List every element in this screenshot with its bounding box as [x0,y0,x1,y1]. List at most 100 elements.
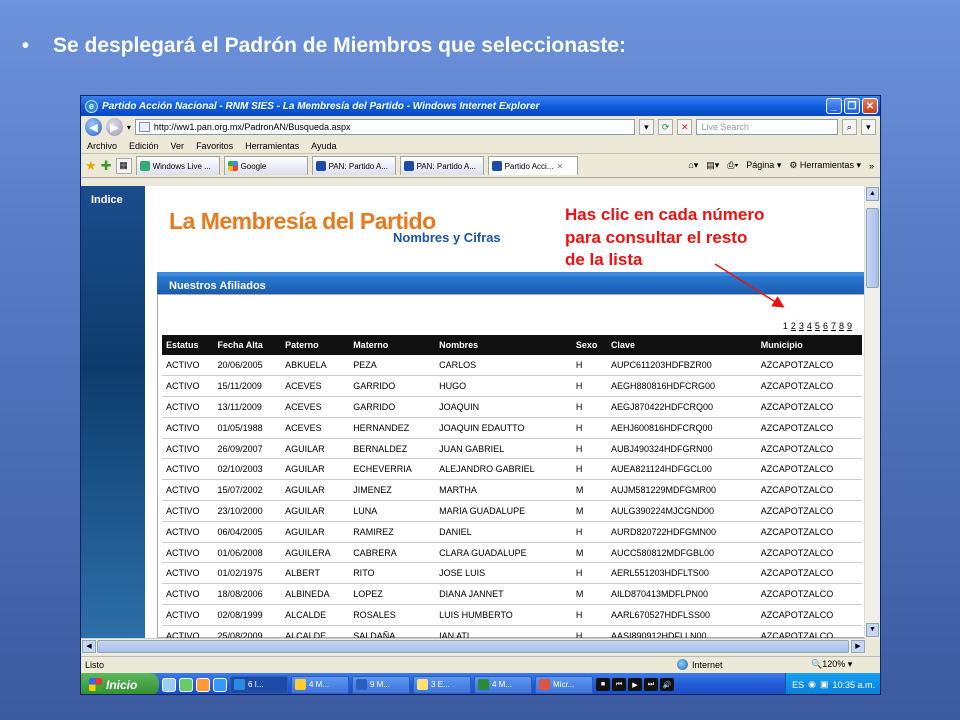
page-menu-label: Página [746,160,775,170]
table-row[interactable]: ACTIVO 13/11/2009 ACEVES GARRIDO JOAQUIN H AEG… [162,396,862,418]
menu-ver[interactable]: Ver [171,141,185,151]
search-icon[interactable]: ⌕ [841,119,857,135]
page-menu[interactable]: Página ▾ [746,160,781,171]
add-favorite-icon[interactable]: ✚ [101,158,112,174]
pager-link-2[interactable]: 2 [791,321,796,331]
desktop-quicklaunch-icon[interactable] [213,677,227,692]
search-options-icon[interactable]: ▾ [860,119,876,135]
search-input[interactable]: Live Search [696,119,838,135]
horizontal-scroll-thumb[interactable] [97,640,849,653]
start-button[interactable]: Inicio [81,673,159,694]
task-label: 9 M... [370,680,391,689]
minimize-button[interactable]: _ [826,98,842,114]
table-cell: ACTIVO [162,375,214,398]
url-dropdown-icon[interactable]: ▾ [638,119,655,135]
pager-link-4[interactable]: 4 [807,321,812,331]
table-cell: MARTHA [435,479,572,502]
menu-herramientas[interactable]: Herramientas [245,141,299,151]
close-button[interactable]: ✕ [862,98,878,114]
vertical-scrollbar[interactable]: ▲ ▼ [864,186,880,638]
table-cell: JOAQUIN EDAUTTO [435,417,572,439]
zoom-control[interactable]: 🔍120% ▾ [811,659,852,670]
clock[interactable]: 10:35 a.m. [832,680,875,690]
maximize-button[interactable]: ❐ [844,98,860,114]
tab-pan-2[interactable]: PAN: Partido A... [399,156,484,175]
url-input[interactable]: http://ww1.pan.org.mx/PadronAN/Busqueda.… [134,119,635,135]
volume-icon[interactable]: 🔊 [660,678,674,691]
tab-close-icon[interactable]: ✕ [556,162,563,171]
home-icon[interactable]: ⌂▾ [688,160,698,171]
ie-quicklaunch-icon[interactable] [162,677,176,692]
task-mail[interactable]: 4 M... [291,675,349,694]
scroll-right-icon[interactable]: ▶ [851,640,865,653]
table-row[interactable]: ACTIVO 01/02/1975 ALBERT RITO JOSE LUIS H AERL… [162,562,862,585]
tray-network-icon[interactable]: ▣ [820,679,829,690]
messenger-quicklaunch-icon[interactable] [179,677,193,692]
table-row[interactable]: ACTIVO 02/08/1999 ALCALDE ROSALES LUIS HUMBE… [162,604,862,626]
table-row[interactable]: ACTIVO 18/08/2006 ALBINEDA LOPEZ DIANA JANNE… [162,583,862,606]
tools-menu[interactable]: ⚙ Herramientas ▾ [789,160,861,171]
refresh-icon[interactable]: ⟳ [658,119,674,135]
language-indicator[interactable]: ES [792,680,804,690]
tab-pan-1[interactable]: PAN: Partido A... [311,156,396,175]
table-cell: H [571,355,607,377]
task-ie[interactable]: 6 I... [230,675,288,694]
pager-link-9[interactable]: 9 [847,321,852,331]
table-row[interactable]: ACTIVO 06/04/2005 AGUILAR RAMIREZ DANIEL H AUR… [162,521,862,543]
task-explorer[interactable]: 3 E... [413,675,471,694]
table-row[interactable]: ACTIVO 26/09/2007 AGUILAR BERNALDEZ JUAN GAB… [162,438,862,460]
media-quicklaunch-icon[interactable] [196,677,210,692]
table-row[interactable]: ACTIVO 01/06/2008 AGUILERA CABRERA CLARA GUA… [162,542,862,564]
play-icon[interactable]: ▶ [628,678,642,691]
table-cell: 01/06/2008 [213,542,282,564]
table-row[interactable]: ACTIVO 15/07/2002 AGUILAR JIMENEZ MARTHA M AUJ… [162,479,862,502]
stop-media-icon[interactable]: ■ [596,678,610,691]
task-excel[interactable]: 4 M... [474,675,532,694]
table-row[interactable]: ACTIVO 23/10/2000 AGUILAR LUNA MARIA GUADALU… [162,500,862,522]
tab-windows-live[interactable]: Windows Live ... [135,156,220,175]
pager-link-6[interactable]: 6 [823,321,828,331]
table-cell: AGUILERA [281,542,350,564]
table-cell: M [571,479,607,502]
address-bar: ◀ ▶ ▾ http://ww1.pan.org.mx/PadronAN/Bus… [81,116,880,138]
table-row[interactable]: ACTIVO 15/11/2009 ACEVES GARRIDO HUGO H AEGH88… [162,375,862,398]
prev-track-icon[interactable]: ⏮ [612,678,626,691]
table-row[interactable]: ACTIVO 01/05/1988 ACEVES HERNANDEZ JOAQUIN E… [162,417,862,439]
pager-link-7[interactable]: 7 [831,321,836,331]
table-cell: ALCALDE [281,604,350,626]
feeds-icon[interactable]: ▤▾ [706,160,719,171]
forward-button[interactable]: ▶ [105,118,123,136]
tab-google[interactable]: Google [223,156,308,175]
print-icon[interactable]: ⎙▾ [727,160,738,171]
stop-icon[interactable]: ✕ [677,119,693,135]
back-button[interactable]: ◀ [85,118,102,136]
tray-shield-icon[interactable]: ◉ [808,679,816,690]
horizontal-scrollbar[interactable]: ◀ ▶ [81,638,866,654]
pager-link-3[interactable]: 3 [799,321,804,331]
menu-favoritos[interactable]: Favoritos [196,141,233,151]
table-row[interactable]: ACTIVO 02/10/2003 AGUILAR ECHEVERRIA ALEJAND… [162,458,862,481]
scroll-down-icon[interactable]: ▼ [866,623,879,637]
menu-archivo[interactable]: Archivo [87,141,117,151]
scroll-up-icon[interactable]: ▲ [866,187,879,201]
table-cell: JIMENEZ [349,479,436,502]
task-word[interactable]: 9 M... [352,675,410,694]
more-chevron-icon[interactable]: » [869,161,874,171]
task-powerpoint[interactable]: Micr... [535,675,593,694]
table-row[interactable]: ACTIVO 20/06/2005 ABKUELA PEZA CARLOS H AUPC61… [162,355,862,377]
history-dropdown-icon[interactable]: ▾ [127,123,131,132]
menu-edicion[interactable]: Edición [129,141,159,151]
favorites-star-icon[interactable]: ★ [85,158,97,174]
next-track-icon[interactable]: ⏭ [644,678,658,691]
quick-tabs-icon[interactable]: ▦ [115,157,132,174]
pager-link-8[interactable]: 8 [839,321,844,331]
pager-link-5[interactable]: 5 [815,321,820,331]
table-cell: AZCAPOTZALCO [756,417,862,439]
menu-ayuda[interactable]: Ayuda [311,141,336,151]
tab-partido-active[interactable]: Partido Acci... ✕ [487,156,578,175]
scroll-left-icon[interactable]: ◀ [82,640,96,653]
sidebar-index-link[interactable]: Indice [81,186,145,214]
table-cell: AZCAPOTZALCO [756,396,862,418]
vertical-scroll-thumb[interactable] [866,208,879,288]
table-row[interactable]: ACTIVO 25/08/2009 ALCALDE SALDAÑA IAN ATL H AA… [162,625,862,638]
